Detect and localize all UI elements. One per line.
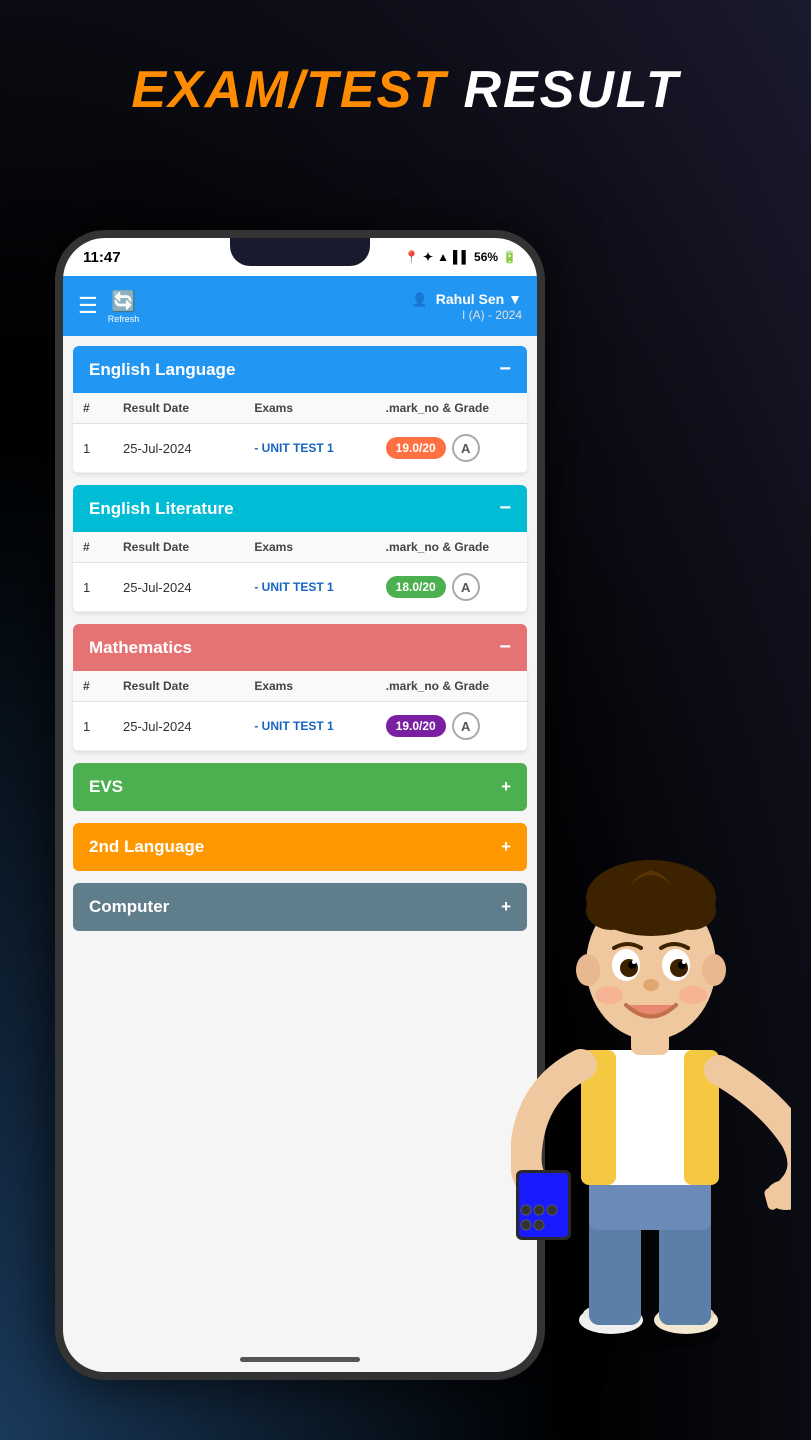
computer-title: Computer	[89, 897, 169, 917]
english-literature-table: # Result Date Exams .mark_no & Grade 1 2…	[73, 532, 527, 612]
title-orange: EXAM/TEST	[131, 61, 447, 119]
vol-down-button	[55, 458, 58, 518]
mathematics-row-1: 1 25-Jul-2024 - UNIT TEST 1 19.0/20 A	[73, 702, 527, 751]
power-button	[542, 438, 545, 508]
header-left: ☰ 🔄 Refresh	[78, 289, 139, 324]
row3-grade: A	[452, 712, 480, 740]
title-white: RESULT	[463, 61, 679, 119]
col-date-1: Result Date	[123, 401, 254, 415]
computer-section[interactable]: Computer +	[73, 883, 527, 931]
evs-toggle[interactable]: +	[501, 777, 511, 797]
2nd-language-toggle[interactable]: +	[501, 837, 511, 857]
page-title: EXAM/TEST RESULT	[0, 60, 811, 120]
refresh-icon: 🔄	[111, 289, 136, 314]
notch	[230, 238, 370, 266]
user-icon: 👤	[412, 292, 428, 307]
english-literature-header[interactable]: English Literature −	[73, 485, 527, 532]
computer-toggle[interactable]: +	[501, 897, 511, 917]
english-language-row-1: 1 25-Jul-2024 - UNIT TEST 1 19.0/20 A	[73, 424, 527, 473]
row2-grade: A	[452, 573, 480, 601]
english-language-section: English Language − # Result Date Exams .…	[73, 346, 527, 473]
evs-section[interactable]: EVS +	[73, 763, 527, 811]
row2-grade-area: 18.0/20 A	[386, 573, 517, 601]
col-exams-1: Exams	[254, 401, 385, 415]
col-grade-1: .mark_no & Grade	[386, 401, 517, 415]
english-language-header[interactable]: English Language −	[73, 346, 527, 393]
vol-up-button	[55, 398, 58, 438]
signal-icon: ▌▌	[453, 250, 470, 264]
hamburger-menu[interactable]: ☰	[78, 293, 98, 319]
dropdown-icon: ▼	[508, 291, 522, 307]
battery-icon: 🔋	[502, 250, 517, 264]
silent-button	[55, 538, 58, 598]
row1-exam: - UNIT TEST 1	[254, 441, 385, 455]
english-literature-header-row: # Result Date Exams .mark_no & Grade	[73, 532, 527, 563]
row2-exam: - UNIT TEST 1	[254, 580, 385, 594]
row2-num: 1	[83, 580, 123, 595]
english-language-header-row: # Result Date Exams .mark_no & Grade	[73, 393, 527, 424]
row1-marks: 19.0/20	[386, 437, 446, 459]
location-icon: 📍	[404, 250, 419, 264]
row3-marks: 19.0/20	[386, 715, 446, 737]
mathematics-header[interactable]: Mathematics −	[73, 624, 527, 671]
battery-level: 56%	[474, 250, 498, 264]
row3-num: 1	[83, 719, 123, 734]
col-grade-3: .mark_no & Grade	[386, 679, 517, 693]
header-right: 👤 Rahul Sen ▼ I (A) - 2024	[412, 291, 522, 322]
mathematics-table: # Result Date Exams .mark_no & Grade 1 2…	[73, 671, 527, 751]
bluetooth-icon: ✦	[423, 250, 433, 264]
english-literature-toggle[interactable]: −	[499, 497, 511, 520]
row3-exam: - UNIT TEST 1	[254, 719, 385, 733]
col-grade-2: .mark_no & Grade	[386, 540, 517, 554]
evs-title: EVS	[89, 777, 123, 797]
3d-character	[511, 780, 791, 1360]
english-literature-title: English Literature	[89, 499, 234, 519]
col-date-3: Result Date	[123, 679, 254, 693]
english-language-title: English Language	[89, 360, 235, 380]
mathematics-title: Mathematics	[89, 638, 192, 658]
phone-mockup: 11:47 📍 ✦ ▲ ▌▌ 56% 🔋 ☰ 🔄 Refresh 👤 Rahul…	[55, 230, 545, 1380]
app-content[interactable]: English Language − # Result Date Exams .…	[63, 336, 537, 1372]
user-class: I (A) - 2024	[412, 308, 522, 322]
row1-date: 25-Jul-2024	[123, 441, 254, 456]
col-date-2: Result Date	[123, 540, 254, 554]
mathematics-toggle[interactable]: −	[499, 636, 511, 659]
english-literature-row-1: 1 25-Jul-2024 - UNIT TEST 1 18.0/20 A	[73, 563, 527, 612]
row1-grade: A	[452, 434, 480, 462]
2nd-language-title: 2nd Language	[89, 837, 204, 857]
user-name: Rahul Sen	[436, 291, 504, 307]
home-indicator	[240, 1357, 360, 1362]
english-language-table: # Result Date Exams .mark_no & Grade 1 2…	[73, 393, 527, 473]
row2-date: 25-Jul-2024	[123, 580, 254, 595]
col-num-1: #	[83, 401, 123, 415]
wifi-icon: ▲	[437, 250, 449, 264]
2nd-language-section[interactable]: 2nd Language +	[73, 823, 527, 871]
status-time: 11:47	[83, 249, 121, 266]
english-literature-section: English Literature − # Result Date Exams…	[73, 485, 527, 612]
col-num-3: #	[83, 679, 123, 693]
row3-grade-area: 19.0/20 A	[386, 712, 517, 740]
col-num-2: #	[83, 540, 123, 554]
refresh-button[interactable]: 🔄 Refresh	[108, 289, 140, 324]
mathematics-header-row: # Result Date Exams .mark_no & Grade	[73, 671, 527, 702]
user-info: 👤 Rahul Sen ▼	[412, 291, 522, 308]
row1-num: 1	[83, 441, 123, 456]
row1-grade-area: 19.0/20 A	[386, 434, 517, 462]
col-exams-3: Exams	[254, 679, 385, 693]
col-exams-2: Exams	[254, 540, 385, 554]
row3-date: 25-Jul-2024	[123, 719, 254, 734]
row2-marks: 18.0/20	[386, 576, 446, 598]
mathematics-section: Mathematics − # Result Date Exams .mark_…	[73, 624, 527, 751]
status-icons: 📍 ✦ ▲ ▌▌ 56% 🔋	[404, 250, 517, 264]
character-svg	[511, 780, 791, 1360]
refresh-label: Refresh	[108, 314, 140, 324]
app-header: ☰ 🔄 Refresh 👤 Rahul Sen ▼ I (A) - 2024	[63, 276, 537, 336]
english-language-toggle[interactable]: −	[499, 358, 511, 381]
